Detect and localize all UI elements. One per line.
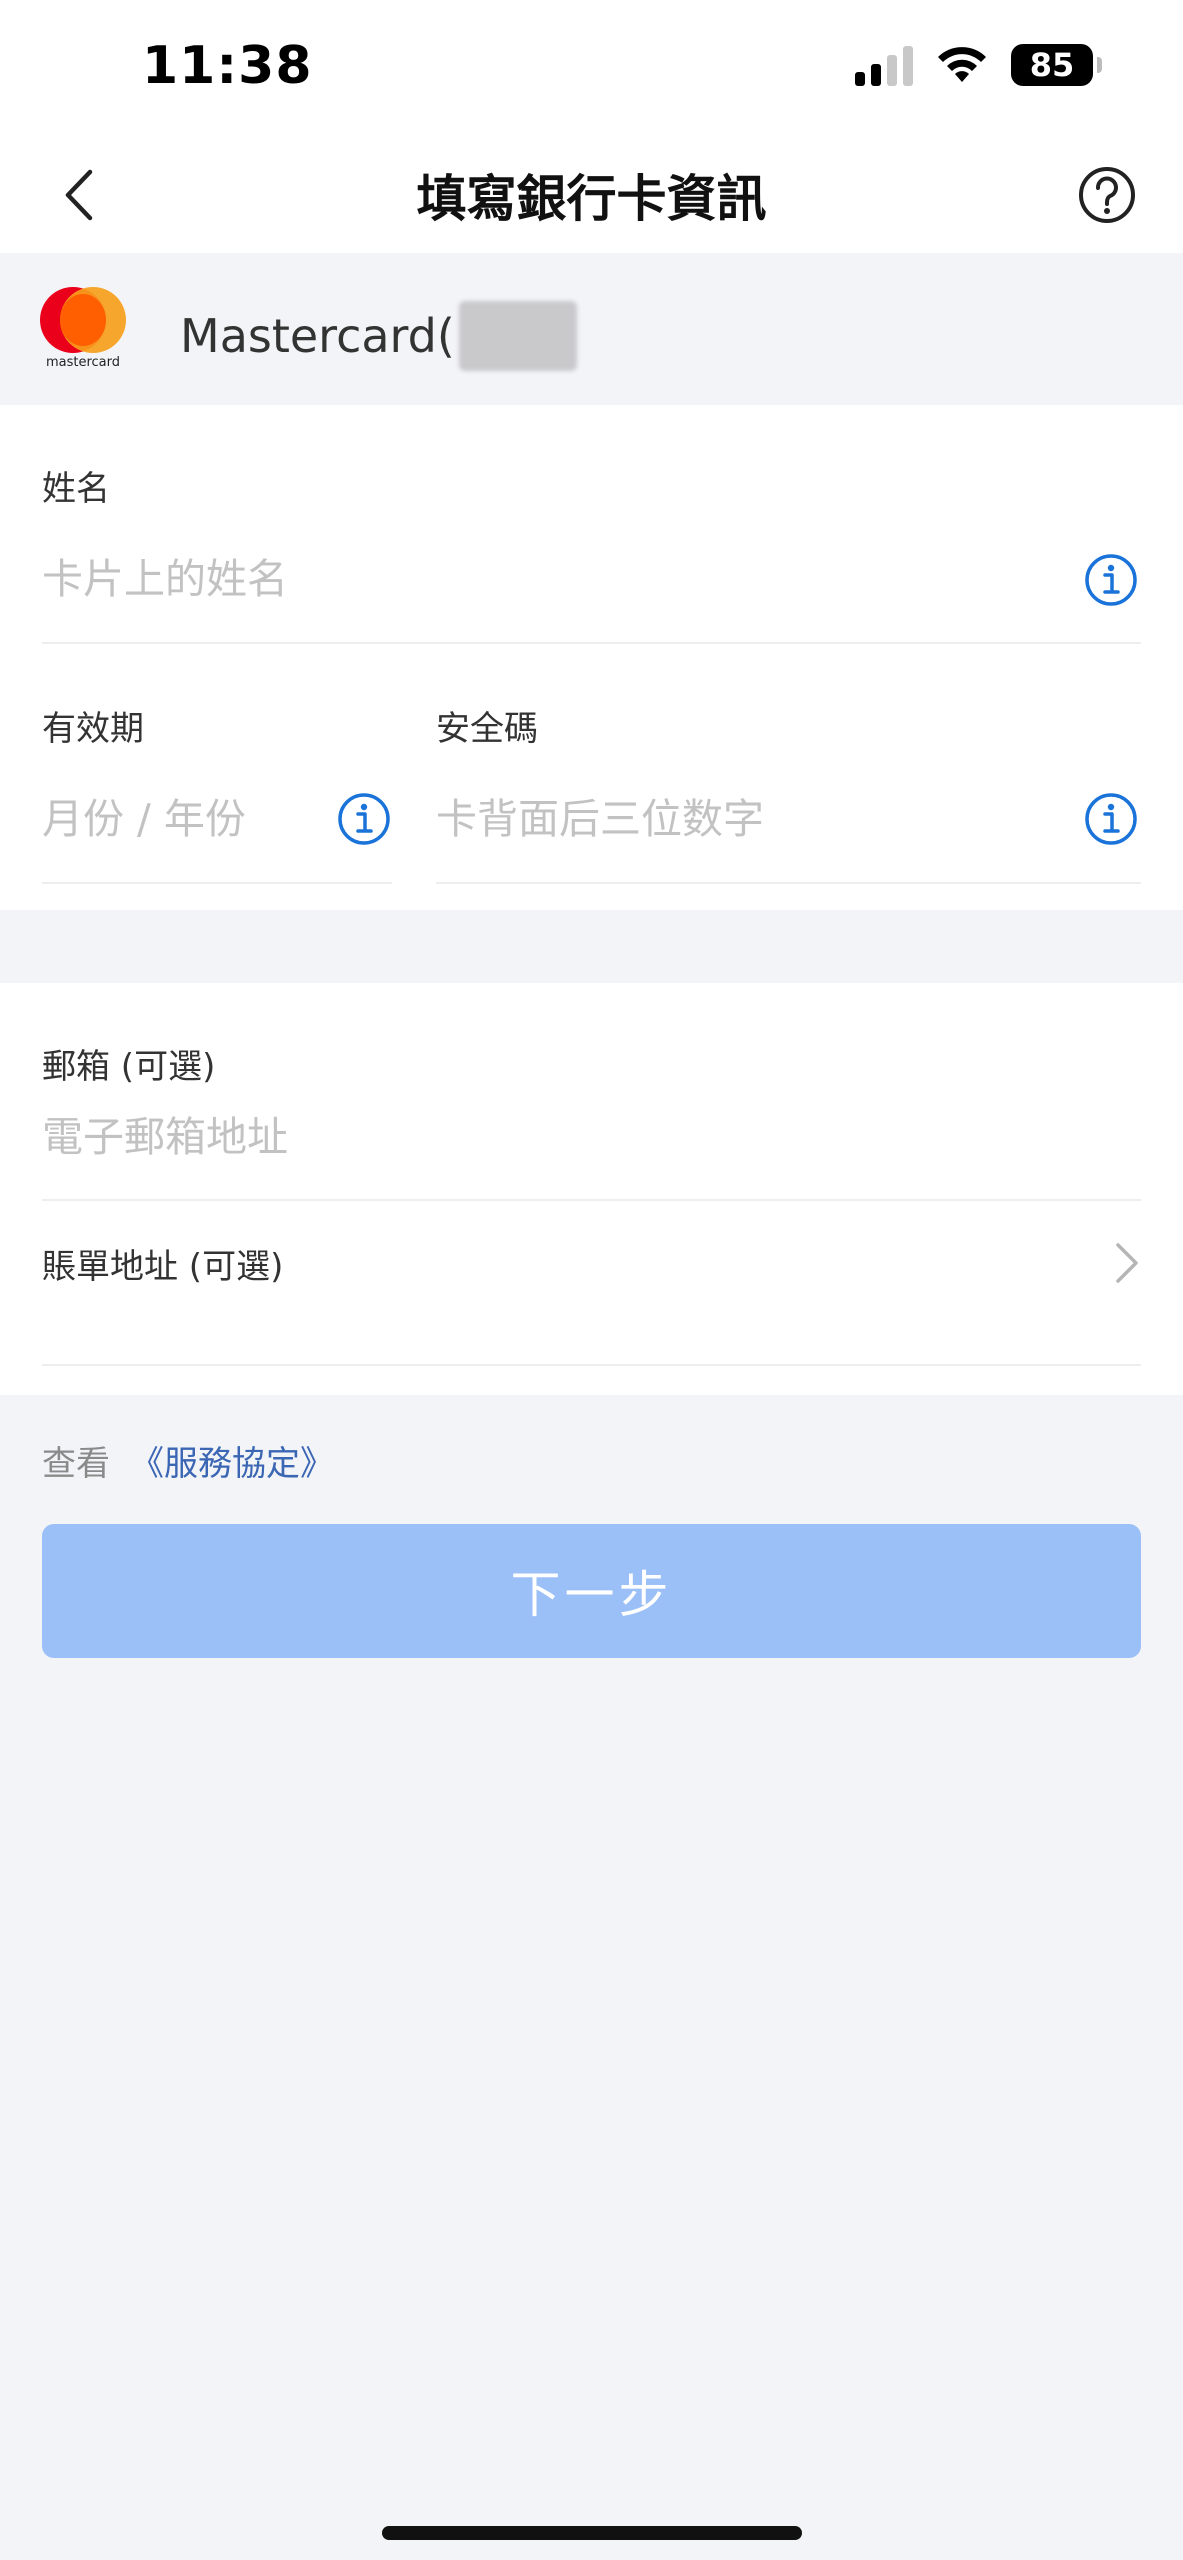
mastercard-logo-icon: mastercard	[40, 287, 126, 377]
status-bar: 11:38 85	[0, 0, 1183, 135]
divider	[436, 882, 1141, 884]
email-label: 郵箱 (可選)	[42, 1047, 216, 1087]
expiry-label: 有效期	[42, 709, 144, 749]
email-input[interactable]	[42, 1107, 1141, 1167]
status-time: 11:38	[142, 36, 313, 96]
cvv-input[interactable]	[436, 789, 1056, 849]
nav-bar: 填寫銀行卡資訊	[0, 135, 1183, 253]
name-label: 姓名	[42, 469, 110, 509]
card-name: Mastercard(	[180, 301, 577, 371]
cellular-signal-icon	[855, 44, 913, 86]
billing-label: 賬單地址 (可選)	[42, 1247, 284, 1287]
expiry-input[interactable]	[42, 789, 322, 849]
card-brand-row: mastercard Mastercard(	[0, 253, 1183, 405]
status-icons: 85	[855, 44, 1102, 86]
name-input[interactable]	[42, 549, 1062, 609]
cvv-info-icon[interactable]	[1084, 792, 1138, 846]
chevron-right-icon	[1116, 1243, 1138, 1283]
view-prefix: 查看	[42, 1444, 110, 1484]
cvv-label: 安全碼	[436, 709, 538, 749]
battery-level: 85	[1029, 46, 1075, 84]
expiry-info-icon[interactable]	[337, 792, 391, 846]
next-step-button[interactable]: 下一步	[42, 1524, 1141, 1658]
divider	[42, 1364, 1141, 1366]
divider	[42, 642, 1141, 644]
battery-icon: 85	[1011, 44, 1102, 86]
help-button[interactable]	[1069, 157, 1145, 233]
mastercard-wordmark: mastercard	[45, 355, 121, 370]
card-details-section: 姓名 有效期 安全碼	[0, 405, 1183, 910]
home-indicator	[382, 2526, 802, 2540]
page-title: 填寫銀行卡資訊	[416, 170, 767, 228]
name-info-icon[interactable]	[1084, 553, 1138, 607]
wifi-icon	[938, 47, 986, 82]
card-brand-label: Mastercard(	[180, 309, 455, 363]
question-icon	[1079, 167, 1135, 223]
service-agreement-link[interactable]: 《服務協定》	[130, 1444, 334, 1484]
optional-info-section: 郵箱 (可選) 賬單地址 (可選)	[0, 983, 1183, 1395]
divider	[42, 882, 392, 884]
billing-address-row[interactable]: 賬單地址 (可選)	[0, 1201, 1183, 1361]
card-number-masked	[458, 301, 577, 371]
service-agreement-note: 查看 《服務協定》	[42, 1436, 334, 1485]
